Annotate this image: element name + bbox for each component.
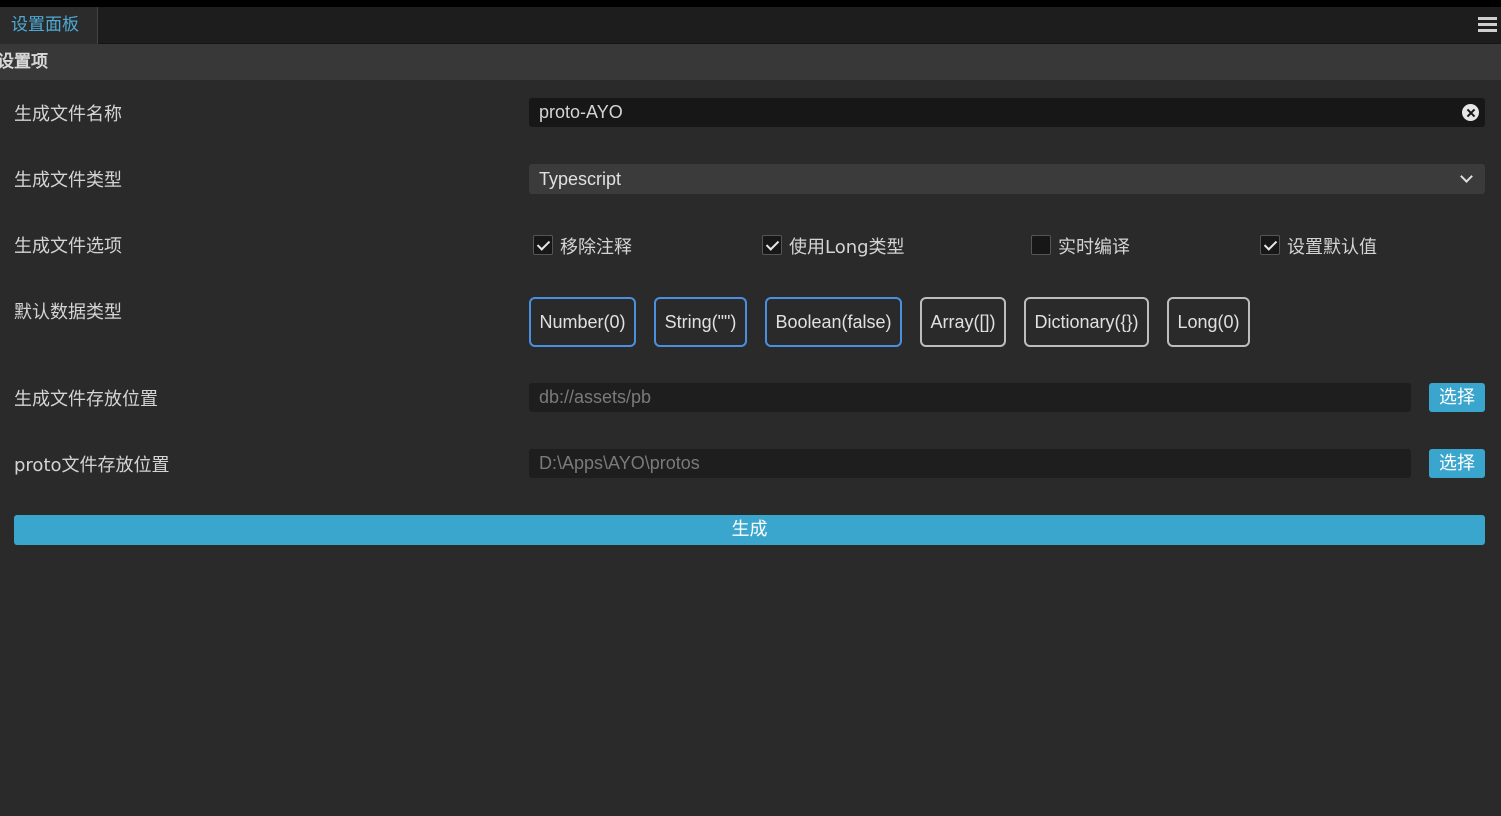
tab-bar: 设置面板 [0,7,1501,44]
generate-button[interactable]: 生成 [14,515,1485,545]
chip-long[interactable]: Long(0) [1167,297,1250,347]
checkbox-label: 移除注释 [560,237,632,258]
tab-settings-panel[interactable]: 设置面板 [0,7,98,44]
file-options-label: 生成文件选项 [14,236,122,257]
checkbox-label: 设置默认值 [1287,237,1377,258]
file-type-label: 生成文件类型 [14,170,122,191]
section-header: 设置项 [0,44,1501,80]
hamburger-menu-icon[interactable] [1478,17,1497,35]
output-path-label: 生成文件存放位置 [14,389,158,410]
chip-boolean[interactable]: Boolean(false) [765,297,902,347]
chip-dictionary[interactable]: Dictionary({}) [1024,297,1149,347]
proto-path-select-button[interactable]: 选择 [1429,449,1485,478]
checkbox-checked[interactable] [533,235,553,255]
chevron-down-icon [1460,170,1473,183]
output-path-input[interactable]: db://assets/pb [529,383,1411,412]
proto-path-input[interactable]: D:\Apps\AYO\protos [529,449,1411,478]
checkbox-checked[interactable] [762,235,782,255]
checkbox-label: 实时编译 [1058,237,1130,258]
output-path-select-button[interactable]: 选择 [1429,383,1485,412]
file-name-value: proto-AYO [539,102,623,122]
chip-number[interactable]: Number(0) [529,297,636,347]
file-type-select[interactable]: Typescript [529,164,1485,194]
default-types-label: 默认数据类型 [14,302,122,323]
chip-array[interactable]: Array([]) [920,297,1006,347]
clear-icon[interactable] [1462,104,1479,121]
file-name-input[interactable]: proto-AYO [529,98,1485,127]
file-type-value: Typescript [539,169,622,189]
proto-path-label: proto文件存放位置 [14,455,170,476]
window-top-strip [0,0,1501,7]
checkbox-label: 使用Long类型 [789,237,905,258]
file-name-label: 生成文件名称 [14,104,122,125]
checkbox-unchecked[interactable] [1031,235,1051,255]
chip-string[interactable]: String("") [654,297,747,347]
checkbox-checked[interactable] [1260,235,1280,255]
